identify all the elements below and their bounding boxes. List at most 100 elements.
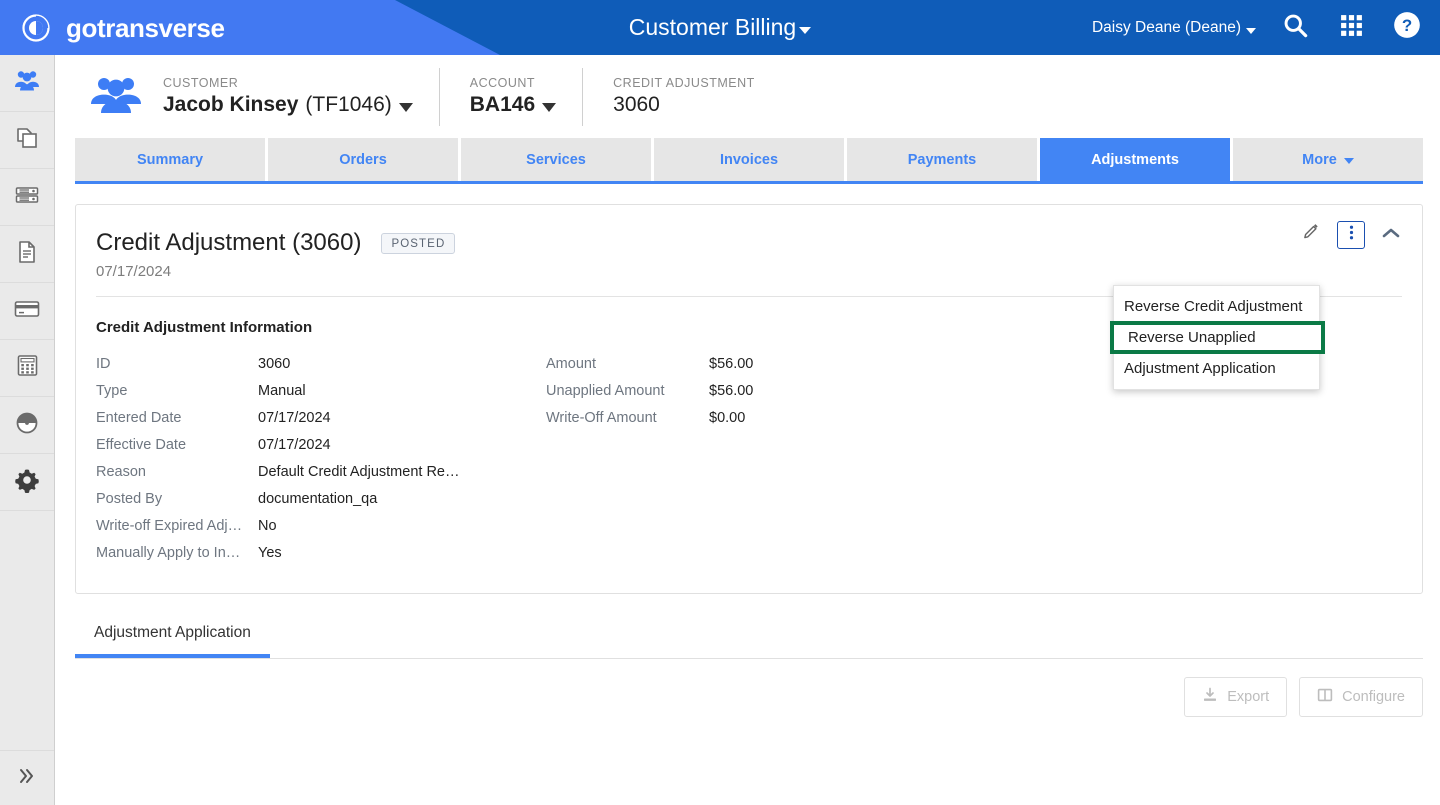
customers-group-icon bbox=[89, 73, 143, 121]
sidebar-item-settings[interactable] bbox=[0, 454, 54, 511]
field-row: Manually Apply to In… Yes bbox=[96, 539, 546, 566]
app-title-label: Customer Billing bbox=[628, 14, 797, 40]
calculator-icon bbox=[15, 353, 40, 383]
brand-logo-area[interactable]: gotransverse bbox=[18, 8, 225, 48]
field-row: Posted By documentation_qa bbox=[96, 485, 546, 512]
field-label: ID bbox=[96, 355, 111, 372]
sub-tab-adjustment-application[interactable]: Adjustment Application bbox=[75, 616, 270, 658]
tab-label: Summary bbox=[136, 151, 204, 168]
breadcrumb-credit-adjustment: CREDIT ADJUSTMENT 3060 bbox=[582, 67, 781, 126]
more-actions-button[interactable] bbox=[1337, 221, 1365, 249]
menu-item-adjustment-application[interactable]: Adjustment Application bbox=[1114, 354, 1319, 383]
invoice-document-icon bbox=[14, 239, 40, 270]
tab-label: More bbox=[1302, 151, 1337, 168]
sidebar-expand-button[interactable] bbox=[0, 750, 54, 805]
sidebar-item-products[interactable] bbox=[0, 112, 54, 169]
edit-button[interactable] bbox=[1297, 221, 1325, 249]
field-label: Unapplied Amount bbox=[546, 382, 665, 399]
menu-item-reverse-credit-adjustment[interactable]: Reverse Credit Adjustment bbox=[1114, 292, 1319, 321]
sub-tab-label: Adjustment Application bbox=[94, 624, 251, 641]
card-action-buttons bbox=[1297, 221, 1405, 249]
breadcrumb-credit-adjustment-label: CREDIT ADJUSTMENT bbox=[613, 76, 755, 90]
user-menu-label: Daisy Deane (Deane) bbox=[1091, 18, 1241, 36]
columns-configure-icon bbox=[1317, 687, 1333, 707]
page-title: Credit Adjustment (3060) bbox=[96, 229, 362, 256]
credit-adjustment-card: Credit Adjustment (3060) POSTED 07/17/20… bbox=[75, 204, 1423, 594]
more-actions-dropdown: Reverse Credit Adjustment Reverse Unappl… bbox=[1110, 285, 1325, 390]
vertical-dots-more-icon bbox=[1343, 224, 1360, 246]
dashboard-gauge-icon bbox=[14, 410, 40, 441]
tab-summary[interactable]: Summary bbox=[75, 138, 268, 181]
configure-button-label: Configure bbox=[1342, 689, 1405, 705]
field-value: $56.00 bbox=[709, 355, 754, 372]
breadcrumb-credit-adjustment-value: 3060 bbox=[613, 93, 660, 116]
sidebar-item-reports[interactable] bbox=[0, 397, 54, 454]
collapse-card-button[interactable] bbox=[1377, 221, 1405, 249]
sidebar-item-invoices[interactable] bbox=[0, 226, 54, 283]
field-value: 07/17/2024 bbox=[258, 409, 331, 426]
tab-more[interactable]: More bbox=[1233, 138, 1423, 181]
export-button[interactable]: Export bbox=[1184, 677, 1288, 717]
help-button[interactable]: ? bbox=[1390, 11, 1424, 45]
field-value: $56.00 bbox=[709, 382, 754, 399]
field-value: Manual bbox=[258, 382, 306, 399]
tab-payments[interactable]: Payments bbox=[847, 138, 1040, 181]
breadcrumb: CUSTOMER Jacob Kinsey (TF1046) ACCOUNT B… bbox=[56, 55, 1440, 138]
credit-card-icon bbox=[13, 295, 41, 328]
field-label: Manually Apply to In… bbox=[96, 544, 241, 561]
menu-item-reverse-unapplied[interactable]: Reverse Unapplied bbox=[1110, 321, 1325, 354]
sidebar-item-billing[interactable] bbox=[0, 340, 54, 397]
field-label: Amount bbox=[546, 355, 596, 372]
field-value: No bbox=[258, 517, 277, 534]
field-row: Reason Default Credit Adjustment Re… bbox=[96, 458, 546, 485]
app-title-menu[interactable]: Customer Billing bbox=[628, 14, 812, 41]
circular-arrow-logo-icon bbox=[18, 10, 54, 46]
breadcrumb-account[interactable]: ACCOUNT BA146 bbox=[438, 67, 582, 126]
sidebar-item-servers[interactable] bbox=[0, 169, 54, 226]
caret-down-icon bbox=[1246, 27, 1256, 34]
field-value: 07/17/2024 bbox=[258, 436, 331, 453]
tab-adjustments[interactable]: Adjustments bbox=[1040, 138, 1233, 181]
customers-group-icon bbox=[13, 67, 41, 100]
breadcrumb-customer-code: (TF1046) bbox=[305, 93, 392, 116]
field-row: Entered Date 07/17/2024 bbox=[96, 404, 546, 431]
breadcrumb-account-value: BA146 bbox=[470, 93, 557, 117]
brand-name: gotransverse bbox=[66, 12, 225, 43]
status-badge: POSTED bbox=[381, 232, 456, 254]
field-row: Effective Date 07/17/2024 bbox=[96, 431, 546, 458]
tab-services[interactable]: Services bbox=[461, 138, 654, 181]
field-row: Type Manual bbox=[96, 377, 546, 404]
field-row: ID 3060 bbox=[96, 350, 546, 377]
tab-label: Payments bbox=[907, 151, 977, 168]
caret-down-icon[interactable] bbox=[542, 102, 557, 112]
breadcrumb-customer-label: CUSTOMER bbox=[163, 76, 239, 90]
header-right-controls: Daisy Deane (Deane) ? bbox=[1092, 0, 1424, 55]
field-value: Default Credit Adjustment Re… bbox=[258, 463, 460, 480]
sidebar-item-payments[interactable] bbox=[0, 283, 54, 340]
caret-down-icon bbox=[1343, 158, 1354, 164]
tab-label: Invoices bbox=[719, 151, 779, 168]
export-button-label: Export bbox=[1227, 689, 1270, 705]
search-button[interactable] bbox=[1278, 11, 1312, 45]
configure-button[interactable]: Configure bbox=[1299, 677, 1423, 717]
help-circle-icon: ? bbox=[1393, 11, 1421, 44]
field-label: Write-off Expired Adj… bbox=[96, 517, 243, 534]
field-row: Write-off Expired Adj… No bbox=[96, 512, 546, 539]
field-label: Write-Off Amount bbox=[546, 409, 657, 426]
breadcrumb-customer[interactable]: CUSTOMER Jacob Kinsey (TF1046) bbox=[163, 68, 439, 126]
left-sidebar bbox=[0, 55, 55, 805]
tab-invoices[interactable]: Invoices bbox=[654, 138, 847, 181]
sidebar-item-customers[interactable] bbox=[0, 55, 54, 112]
caret-down-icon[interactable] bbox=[398, 102, 413, 112]
copy-documents-icon bbox=[14, 125, 40, 156]
user-menu[interactable]: Daisy Deane (Deane) bbox=[1092, 19, 1256, 37]
field-label: Entered Date bbox=[96, 409, 182, 426]
panel-toolbar: Export Configure bbox=[75, 659, 1423, 717]
apps-grid-button[interactable] bbox=[1334, 11, 1368, 45]
settings-gear-icon bbox=[14, 467, 40, 498]
field-row: Unapplied Amount $56.00 bbox=[546, 377, 753, 404]
tab-orders[interactable]: Orders bbox=[268, 138, 461, 181]
servers-stack-icon bbox=[14, 182, 40, 213]
breadcrumb-account-label: ACCOUNT bbox=[469, 76, 536, 90]
main-content: CUSTOMER Jacob Kinsey (TF1046) ACCOUNT B… bbox=[56, 55, 1440, 805]
